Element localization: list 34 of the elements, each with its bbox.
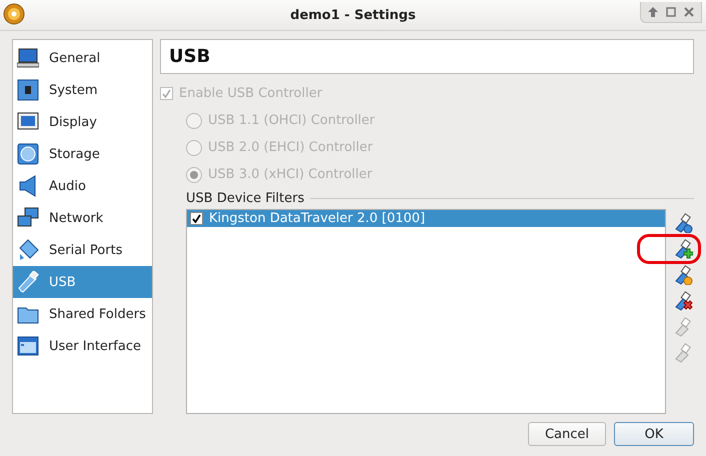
sidebar-item-icon xyxy=(17,335,39,357)
dialog-button[interactable]: OK xyxy=(614,422,694,446)
radio-label: USB 2.0 (EHCI) Controller xyxy=(208,140,373,155)
checkbox-label: Enable USB Controller xyxy=(179,86,322,101)
sidebar-item[interactable]: USB xyxy=(13,266,152,298)
dialog-button[interactable]: Cancel xyxy=(528,422,606,446)
page-title: USB xyxy=(160,39,694,74)
sidebar-item-icon xyxy=(17,271,39,293)
sidebar-item[interactable]: Audio xyxy=(13,170,152,202)
sidebar-item-icon xyxy=(17,239,39,261)
sidebar-item[interactable]: Shared Folders xyxy=(13,298,152,330)
group-label: USB Device Filters xyxy=(186,191,304,206)
gear-icon xyxy=(3,3,25,25)
window-title: demo1 - Settings xyxy=(289,8,417,22)
sidebar-item[interactable]: Display xyxy=(13,106,152,138)
sidebar-item[interactable]: Storage xyxy=(13,138,152,170)
filter-checkbox[interactable] xyxy=(190,212,203,225)
maximize-icon[interactable] xyxy=(665,6,677,18)
sidebar-item[interactable]: User Interface xyxy=(13,330,152,362)
filter-item[interactable]: Kingston DataTraveler 2.0 [0100] xyxy=(187,210,665,227)
close-icon[interactable] xyxy=(683,6,695,18)
radio-label: USB 3.0 (xHCI) Controller xyxy=(208,167,372,182)
filter-label: Kingston DataTraveler 2.0 [0100] xyxy=(209,211,426,226)
sidebar-item-icon xyxy=(17,47,39,69)
sidebar-item-icon xyxy=(17,79,39,101)
tool-button[interactable] xyxy=(637,234,701,264)
sidebar-item[interactable]: Serial Ports xyxy=(13,234,152,266)
radio-label: USB 1.1 (OHCI) Controller xyxy=(208,113,375,128)
up-arrow-icon[interactable] xyxy=(647,6,659,18)
sidebar-item[interactable]: Network xyxy=(13,202,152,234)
sidebar-item-icon xyxy=(17,143,39,165)
sidebar-item-icon xyxy=(17,207,39,229)
sidebar-item[interactable]: System xyxy=(13,74,152,106)
sidebar-item[interactable]: General xyxy=(13,42,152,74)
